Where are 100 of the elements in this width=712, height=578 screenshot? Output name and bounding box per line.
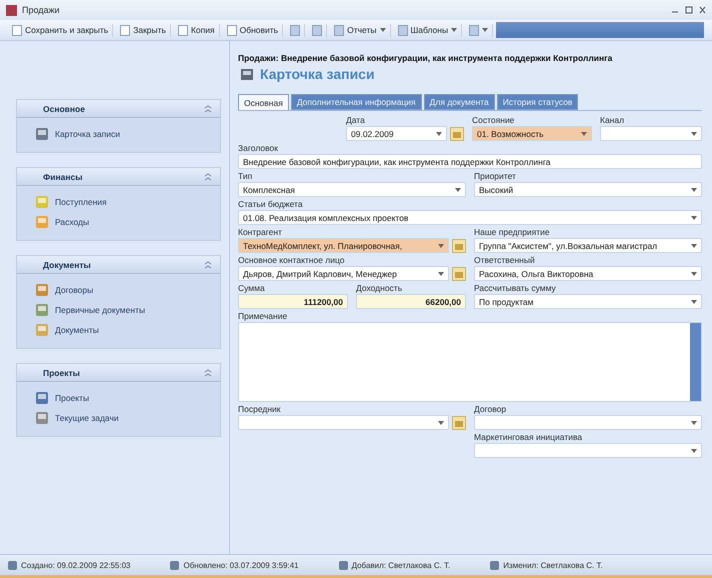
app-icon: [6, 4, 17, 16]
tab[interactable]: Основная: [238, 94, 289, 110]
field-label: Сумма: [238, 283, 266, 294]
tab[interactable]: История статусов: [496, 94, 578, 110]
toolbar-button[interactable]: Отчеты: [330, 24, 390, 36]
input-field[interactable]: Расохина, Ольга Викторовна: [474, 266, 702, 281]
input-field[interactable]: 01.08. Реализация комплексных проектов: [238, 210, 702, 225]
caret-icon: [691, 188, 697, 192]
group-title: Документы: [43, 260, 91, 270]
caret-icon: [691, 420, 697, 424]
input-field[interactable]: Высокий: [474, 182, 702, 197]
caret-icon: [436, 132, 442, 136]
input-field[interactable]: 09.02.2009: [346, 126, 447, 141]
caret-icon: [691, 300, 697, 304]
status-icon: [8, 560, 17, 570]
input-field[interactable]: 111200,00: [238, 294, 348, 309]
sidebar-item[interactable]: Карточка записи: [17, 124, 220, 144]
toolbar-button[interactable]: Копия: [174, 24, 220, 36]
caret-icon: [581, 132, 587, 136]
field-label: Рассчитывать сумму: [474, 283, 557, 294]
status-text: Изменил: Светлакова С. Т.: [503, 560, 603, 570]
sidebar-item[interactable]: Проекты: [17, 388, 220, 408]
folder-icon[interactable]: [452, 238, 466, 252]
field-label: Заголовок: [238, 143, 279, 154]
field-label: Договор: [474, 404, 508, 415]
tile-icon: [35, 283, 49, 297]
input-field[interactable]: 66200,00: [356, 294, 466, 309]
sidebar-item[interactable]: Расходы: [17, 212, 220, 232]
folder-icon[interactable]: [452, 416, 466, 430]
record-title: Карточка записи: [260, 66, 375, 82]
caret-icon: [438, 420, 444, 424]
sidebar-item[interactable]: Поступления: [17, 192, 220, 212]
sidebar-item[interactable]: Документы: [17, 320, 220, 340]
toolbar-button[interactable]: Обновить: [222, 24, 284, 36]
folder-icon[interactable]: [452, 266, 466, 280]
status-text: Обновлено: 03.07.2009 3:59:41: [183, 560, 299, 570]
record-caption: Продажи: Внедрение базовой конфигурации, как инструмента поддержки Контроллинга: [238, 53, 614, 63]
field-label: Доходность: [356, 283, 404, 294]
toolbar-button[interactable]: Шаблоны: [394, 24, 462, 36]
sidebar-item[interactable]: Первичные документы: [17, 300, 220, 320]
caret-icon: [438, 272, 444, 276]
field-label: Приоритет: [474, 171, 517, 182]
input-field[interactable]: Внедрение базовой конфигурации, как инструмента поддержки Контроллинга: [238, 154, 702, 169]
collapse-icon[interactable]: [204, 172, 212, 180]
field-label: Наше предприятие: [474, 227, 551, 238]
input-field[interactable]: Дьяров, Дмитрий Карлович, Менеджер: [238, 266, 449, 281]
input-field[interactable]: [238, 415, 449, 430]
caret-icon: [691, 216, 697, 220]
scrollbar[interactable]: [690, 323, 701, 401]
tile-icon: [35, 195, 49, 209]
group-title: Финансы: [43, 172, 82, 182]
field-label: Канал: [600, 115, 626, 126]
tile-icon: [35, 323, 49, 337]
group-title: Основное: [43, 104, 85, 114]
field-label: Ответственный: [474, 255, 536, 266]
calendar-icon[interactable]: [450, 126, 464, 140]
input-field[interactable]: Комплексная: [238, 182, 466, 197]
field-label: Примечание: [238, 311, 288, 322]
status-icon: [338, 560, 348, 570]
input-field[interactable]: По продуктам: [474, 294, 702, 309]
caret-icon: [455, 188, 461, 192]
status-icon: [170, 560, 180, 570]
field-label: Контрагент: [238, 227, 283, 238]
input-field[interactable]: Группа "Аксистем", ул.Вокзальная магистрал: [474, 238, 702, 253]
sidebar-item[interactable]: Договоры: [17, 280, 220, 300]
tab[interactable]: Для документа: [424, 94, 495, 110]
toolbar-button[interactable]: Сохранить и закрыть: [8, 24, 114, 36]
input-field[interactable]: ТехноМедКомплект, ул. Планировочная,: [238, 238, 449, 253]
sidebar-item[interactable]: Текущие задачи: [17, 408, 220, 428]
caret-icon: [691, 244, 697, 248]
caret-icon: [691, 272, 697, 276]
caret-icon: [691, 448, 697, 452]
status-text: Добавил: Светлакова С. Т.: [352, 560, 450, 570]
status-text: Создано: 09.02.2009 22:55:03: [21, 560, 130, 570]
memo-field[interactable]: [238, 322, 702, 402]
input-field[interactable]: 01. Возможность: [472, 126, 592, 141]
field-label: Статьи бюджета: [238, 199, 304, 210]
field-label: Состояние: [472, 115, 516, 126]
tile-icon: [35, 411, 49, 425]
input-field[interactable]: [474, 415, 702, 430]
field-label: Дата: [346, 115, 366, 126]
caret-icon: [482, 28, 488, 32]
toolbar-button[interactable]: Закрыть: [116, 24, 171, 36]
caret-icon: [451, 28, 458, 32]
window-controls-icon[interactable]: [670, 5, 706, 15]
window-title: Продажи: [22, 5, 60, 15]
input-field[interactable]: [600, 126, 702, 141]
caret-icon: [438, 244, 444, 248]
group-title: Проекты: [43, 368, 80, 378]
tab[interactable]: Дополнительная информация: [290, 94, 422, 110]
tile-icon: [35, 303, 49, 317]
caret-icon: [691, 132, 697, 136]
input-field[interactable]: [474, 443, 702, 458]
field-label: Маркетинговая инициатива: [474, 432, 584, 443]
field-label: Основное контактное лицо: [238, 255, 346, 266]
collapse-icon[interactable]: [204, 368, 212, 376]
caret-icon: [380, 28, 386, 32]
field-label: Посредник: [238, 404, 282, 415]
collapse-icon[interactable]: [204, 104, 212, 112]
collapse-icon[interactable]: [204, 260, 212, 268]
